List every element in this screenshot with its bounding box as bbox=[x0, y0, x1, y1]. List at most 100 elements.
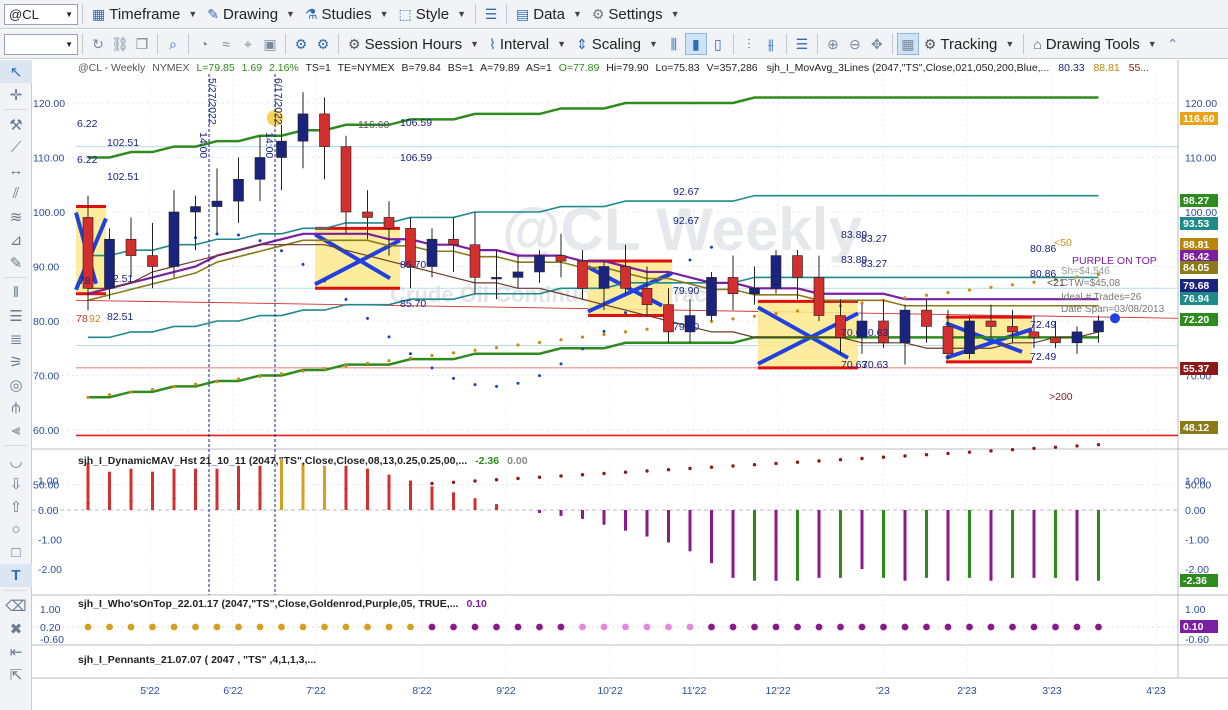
session-hours-button[interactable]: ⚙ Session Hours ▼ bbox=[343, 32, 484, 56]
price-tag-label: 72.20 bbox=[1183, 314, 1209, 326]
spiral-icon[interactable]: ◎ bbox=[0, 373, 32, 396]
left-price-label: 100.00 bbox=[33, 207, 65, 219]
ma-200-dot bbox=[666, 468, 671, 472]
ma-dot bbox=[280, 249, 283, 253]
pointer-icon[interactable]: ↖ bbox=[0, 60, 32, 83]
horizontal-line-icon[interactable]: ↔ bbox=[0, 159, 32, 182]
candle-up bbox=[534, 255, 545, 273]
bar-chart-icon[interactable]: ⫼ bbox=[663, 33, 685, 55]
ma-200-dot bbox=[1075, 444, 1079, 448]
copy-icon[interactable]: ❐ bbox=[131, 33, 153, 55]
separator bbox=[506, 4, 508, 24]
link-icon[interactable]: ⛓ bbox=[109, 33, 131, 55]
ruler-icon[interactable]: ⊿ bbox=[0, 228, 32, 251]
style-button[interactable]: ⬚ Style ▼ bbox=[394, 2, 472, 26]
price-annotation: 116.60 bbox=[358, 119, 389, 131]
drawing-button[interactable]: ✎ Drawing ▼ bbox=[202, 2, 300, 26]
left-price-label: 90.00 bbox=[33, 262, 59, 274]
interval-button[interactable]: ⌇ Interval ▼ bbox=[484, 32, 571, 56]
collapse-icon[interactable]: ⇤ bbox=[0, 640, 32, 663]
refresh-icon[interactable]: ↻ bbox=[87, 33, 109, 55]
text-icon[interactable]: T bbox=[0, 564, 32, 587]
tracking-button[interactable]: ⚙ Tracking ▼ bbox=[919, 32, 1019, 56]
arrow-up-icon[interactable]: ⇧ bbox=[0, 495, 32, 518]
speed-icon[interactable]: ◔ bbox=[193, 33, 215, 55]
chart-area[interactable]: @CL Weekly Crude Oil Continuous Contract… bbox=[32, 60, 1228, 710]
pen-icon[interactable]: ✎ bbox=[0, 251, 32, 274]
hollow-candle-icon[interactable]: ▯ bbox=[707, 33, 729, 55]
ma-label: <50 bbox=[1054, 237, 1072, 249]
interval-combo[interactable]: ▼ bbox=[4, 33, 78, 55]
data-button[interactable]: ▤ Data ▼ bbox=[511, 2, 587, 26]
price-annotation: 80.86 bbox=[1030, 243, 1056, 255]
ma-dot bbox=[731, 317, 735, 321]
ma-dot bbox=[301, 262, 305, 266]
gann-icon[interactable]: ⚞ bbox=[0, 350, 32, 373]
separator bbox=[82, 4, 83, 24]
ma-dot bbox=[624, 311, 627, 315]
wrench-icon[interactable]: ⚒ bbox=[0, 113, 32, 136]
ohlc-icon[interactable]: ⫶ bbox=[738, 33, 760, 55]
who-dot bbox=[643, 623, 651, 631]
zoom-in-icon[interactable]: ⊕ bbox=[822, 33, 844, 55]
ma-200-dot bbox=[602, 471, 606, 476]
rectangle-icon[interactable]: □ bbox=[0, 541, 32, 564]
crosshair-icon[interactable]: ⌖ bbox=[237, 33, 259, 55]
channel-icon[interactable]: ⫽ bbox=[0, 182, 32, 205]
pan-icon[interactable]: ✥ bbox=[866, 33, 888, 55]
arc-icon[interactable]: ◡ bbox=[0, 449, 32, 472]
chevron-down-icon: ▼ bbox=[188, 9, 198, 19]
symbol-combo[interactable]: @CL ▼ bbox=[4, 3, 78, 25]
stat-label: Date Span=03/08/2013 bbox=[1061, 304, 1165, 315]
time-axis-label: 5'22 bbox=[140, 685, 160, 697]
pane3-axis-label: -0.60 bbox=[40, 634, 64, 646]
format-icon[interactable]: ⚙ bbox=[290, 33, 312, 55]
left-price-label: 110.00 bbox=[33, 153, 64, 165]
price-annotation: 106.59 bbox=[400, 117, 432, 129]
candle-down bbox=[448, 238, 459, 245]
parallel-lines-icon[interactable]: ≋ bbox=[0, 205, 32, 228]
candle-down bbox=[1007, 326, 1018, 333]
crosshair-icon[interactable]: ✛ bbox=[0, 83, 32, 106]
zoom-out-icon[interactable]: ⊖ bbox=[844, 33, 866, 55]
fib-ext-icon[interactable]: ≣ bbox=[0, 327, 32, 350]
vertical-lines-icon[interactable]: ‖ bbox=[0, 281, 32, 304]
timeframe-button[interactable]: ▦ Timeframe ▼ bbox=[87, 2, 202, 26]
ma-200-dot bbox=[494, 478, 499, 482]
pitchfork-icon[interactable]: ⫛ bbox=[0, 396, 32, 419]
ellipse-icon[interactable]: ○ bbox=[0, 518, 32, 541]
object-icon[interactable]: ⚙ bbox=[312, 33, 334, 55]
candle-up bbox=[254, 157, 266, 180]
settings-label: Settings bbox=[608, 5, 663, 23]
studies-button[interactable]: ⚗ Studies ▼ bbox=[300, 2, 394, 26]
delete-icon[interactable]: ✖ bbox=[0, 617, 32, 640]
who-dot bbox=[84, 623, 92, 631]
fib-icon[interactable]: ☰ bbox=[0, 304, 32, 327]
layout-icon[interactable]: ☰ bbox=[791, 33, 813, 55]
arrow-down-icon[interactable]: ⇩ bbox=[0, 472, 32, 495]
more-icon[interactable]: ⌃ bbox=[1162, 33, 1184, 55]
settings-button[interactable]: ⚙ Settings ▼ bbox=[587, 2, 685, 26]
price-annotation: 106.59 bbox=[400, 152, 432, 164]
secondary-toolbar: ▼ ↻ ⛓ ❐ ⌕ ◔ ≈ ⌖ ▣ ⚙ ⚙ ⚙ Session Hours ▼ ⌇ I… bbox=[0, 30, 1228, 59]
scaling-button[interactable]: ⇕ Scaling ▼ bbox=[571, 32, 663, 56]
speed-lines-icon[interactable]: ⫷ bbox=[0, 419, 32, 442]
hlc-icon[interactable]: ⫵ bbox=[760, 33, 782, 55]
drawing-tools-button[interactable]: ⌂ Drawing Tools ▼ bbox=[1028, 32, 1161, 56]
candle-down bbox=[555, 255, 567, 262]
left-price-label: 120.00 bbox=[33, 98, 65, 110]
image-icon[interactable]: ▣ bbox=[259, 33, 281, 55]
search-icon[interactable]: ⌕ bbox=[162, 33, 184, 55]
candle-chart-icon[interactable]: ▮ bbox=[684, 33, 707, 55]
who-dot bbox=[213, 623, 221, 631]
price-annotation: 83.27 bbox=[861, 233, 887, 245]
trendline-icon[interactable]: ⟋ bbox=[0, 136, 32, 159]
chart-icon[interactable]: ≈ bbox=[215, 33, 237, 55]
export-icon[interactable]: ⇱ bbox=[0, 663, 32, 686]
erase-icon[interactable]: ⌫ bbox=[0, 594, 32, 617]
layout-icon[interactable]: ☰ bbox=[480, 3, 502, 25]
candle-down bbox=[663, 304, 674, 333]
who-dot bbox=[536, 623, 543, 631]
chevron-down-icon: ▼ bbox=[648, 39, 658, 49]
grid-icon[interactable]: ▦ bbox=[896, 33, 919, 55]
